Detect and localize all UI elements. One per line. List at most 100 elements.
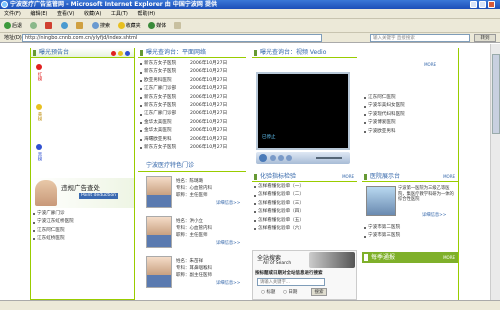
hospital-detail-link[interactable]: 详细信息>> (422, 212, 446, 218)
news-item[interactable]: 金华太美医院 2006年10月27日 (138, 119, 246, 127)
hospital-link[interactable]: 宁波市第三医院 (362, 232, 400, 240)
deduction-banner[interactable]: 违规广告查处 Point deduction (31, 178, 134, 208)
minimize-button[interactable] (470, 1, 477, 8)
video-more-link[interactable]: MORE (424, 62, 436, 67)
news-item[interactable]: 海曙欧亚男科 2006年10月27日 (138, 136, 246, 144)
check-item[interactable]: 怎样看懂化验单（一） (252, 183, 357, 191)
hospital-more-link[interactable]: MORE (443, 172, 455, 182)
news-item-title: 欧亚男科医院 (144, 77, 172, 83)
title-radio[interactable]: ○ 标题 (261, 289, 275, 295)
left-link[interactable]: 宁波广廊门诊 (31, 210, 134, 218)
doctor-card[interactable]: 姓名：朱苗祥 专科：耳鼻咽喉科 职称：副主任医师 详细信息>> (138, 256, 246, 292)
news-item[interactable]: 金华太美医院 2006年10月27日 (138, 127, 246, 135)
previous-icon[interactable] (278, 155, 284, 161)
back-button[interactable]: 后退 (4, 19, 22, 33)
media-button[interactable]: 媒体 (148, 19, 166, 33)
video-link[interactable]: 宁波现代妇科医院 (362, 111, 454, 119)
yellow-list-item[interactable]: 黄榜 (35, 104, 43, 121)
doctor-card[interactable]: 姓名：陈璐璐 专科：心血管内科 职称：主任医师 详细信息>> (138, 176, 246, 212)
news-header: 曝光查询台：平面网络 (138, 48, 246, 58)
video-player[interactable]: 已停止 (256, 72, 350, 150)
news-item-title: 海曙欧亚男科 (144, 136, 172, 142)
address-input[interactable]: http://ningbo.cnnb.com.cn/ylyfjd/index.s… (22, 34, 322, 42)
news-item-date: 2006年10月27日 (190, 86, 228, 92)
scrollbar-thumb[interactable] (492, 54, 500, 134)
left-link[interactable]: 江东虹桥医院 (31, 235, 134, 243)
bulletin-more-link[interactable]: MORE (443, 252, 455, 263)
play-icon[interactable] (259, 154, 267, 162)
search-subtitle: All of Search (263, 261, 292, 266)
black-list-item[interactable]: 黑榜 (35, 144, 43, 161)
red-list-item[interactable]: 红榜 (35, 64, 43, 81)
mail-button[interactable] (173, 19, 182, 33)
search-hint: 按标题或日期对全站信息进行搜索 (255, 271, 323, 276)
blue-light-icon (36, 144, 42, 150)
preview-title: 曝光预告台 (39, 49, 70, 56)
video-link[interactable]: 宁波欧亚男科 (362, 128, 454, 136)
hospital-desc: 宁波第一医院为三级乙等医院，集医疗教学科研为一体的综合性医院 (398, 186, 454, 202)
hospital-link-list: 宁波市第二医院 宁波市第三医院 (362, 224, 400, 241)
video-link[interactable]: 宁波华美妇女医院 (362, 102, 454, 110)
left-link[interactable]: 宁波江东虹桥医院 (31, 218, 134, 226)
menu-view[interactable]: 查看(V) (57, 11, 74, 17)
close-button[interactable] (488, 1, 495, 8)
news-item[interactable]: 新东方女子医院 2006年10月27日 (138, 94, 246, 102)
menu-favorites[interactable]: 收藏(A) (84, 11, 101, 17)
menu-tools[interactable]: 工具(T) (111, 11, 128, 17)
news-item[interactable]: 新东方女子医院 2006年10月27日 (138, 68, 246, 76)
news-item[interactable]: 江东广廊门诊部 2006年10月27日 (138, 110, 246, 118)
news-item-date: 2006年10月27日 (190, 103, 228, 109)
search-input[interactable] (257, 278, 325, 286)
next-icon[interactable] (286, 155, 292, 161)
home-button[interactable] (76, 19, 84, 33)
stop-button[interactable] (45, 19, 53, 33)
vertical-scrollbar[interactable] (490, 44, 500, 300)
video-status: 已停止 (262, 135, 276, 140)
news-title: 曝光查询台：平面网络 (146, 49, 207, 56)
menu-help[interactable]: 帮助(H) (137, 11, 155, 17)
video-link[interactable]: 江东阿仁医院 (362, 94, 454, 102)
date-radio[interactable]: ○ 日期 (283, 289, 297, 295)
news-item[interactable]: 江东广廊门诊部 2006年10月27日 (138, 85, 246, 93)
doctor-detail-link[interactable]: 详细信息>> (216, 280, 240, 286)
person-photo (35, 180, 57, 206)
yellow-light-icon (36, 104, 42, 110)
check-item[interactable]: 怎样看懂化验单（六） (252, 225, 357, 233)
check-item[interactable]: 怎样看懂化验单（三） (252, 200, 357, 208)
news-item[interactable]: 新东方女子医院 2006年10月27日 (138, 60, 246, 68)
left-link[interactable]: 江东阿仁医院 (31, 227, 134, 235)
favorites-button[interactable]: 收藏夹 (117, 19, 141, 33)
news-item[interactable]: 欧亚男科医院 2006年10月27日 (138, 77, 246, 85)
hospital-link[interactable]: 宁波市第二医院 (362, 224, 400, 232)
volume-slider[interactable] (316, 157, 342, 159)
video-header: 曝光查询台：视频 Vedio (252, 48, 357, 58)
middle-column: 曝光查询台：平面网络 新东方女子医院 2006年10月27日 新东方女子医院 2006… (138, 48, 246, 300)
search-icon (91, 22, 99, 29)
refresh-button[interactable] (60, 19, 69, 33)
menu-edit[interactable]: 编辑(E) (30, 11, 47, 17)
doctor-detail-link[interactable]: 详细信息>> (216, 240, 240, 246)
mail-icon (173, 22, 181, 29)
forward-button[interactable] (29, 19, 38, 33)
doctor-detail-link[interactable]: 详细信息>> (216, 200, 240, 206)
doctor-card[interactable]: 姓名：洪小立 专科：心血管内科 职称：主任医师 详细信息>> (138, 216, 246, 252)
bulletin-bar[interactable]: 每季通报 MORE (362, 252, 458, 263)
go-button[interactable]: 转到 (474, 34, 496, 42)
video-link[interactable]: 宁波博爱医院 (362, 119, 454, 127)
check-more-link[interactable]: MORE (342, 172, 354, 182)
doctor-photo (146, 176, 172, 209)
search-submit-button[interactable]: 搜索 (311, 288, 327, 296)
news-item[interactable]: 新东方女子医院 2006年10月27日 (138, 144, 246, 152)
check-item[interactable]: 怎样看懂化验单（二） (252, 191, 357, 199)
search-button[interactable]: 搜索 (91, 19, 110, 33)
web-search-input[interactable]: 输入关键字 直接搜索 (370, 34, 470, 42)
left-link-list: 宁波广廊门诊 宁波江东虹桥医院 江东阿仁医院 江东虹桥医院 (31, 208, 134, 244)
stop-icon[interactable] (270, 155, 276, 161)
check-item[interactable]: 怎样看懂化验单（四） (252, 208, 357, 216)
news-item[interactable]: 新东方女子医院 2006年10月27日 (138, 102, 246, 110)
menu-file[interactable]: 文件(F) (4, 11, 21, 17)
news-item-date: 2006年10月27日 (190, 136, 228, 142)
check-item[interactable]: 怎样看懂化验单（五） (252, 217, 357, 225)
black-list-label: 黑榜 (37, 152, 42, 161)
maximize-button[interactable] (479, 1, 486, 8)
